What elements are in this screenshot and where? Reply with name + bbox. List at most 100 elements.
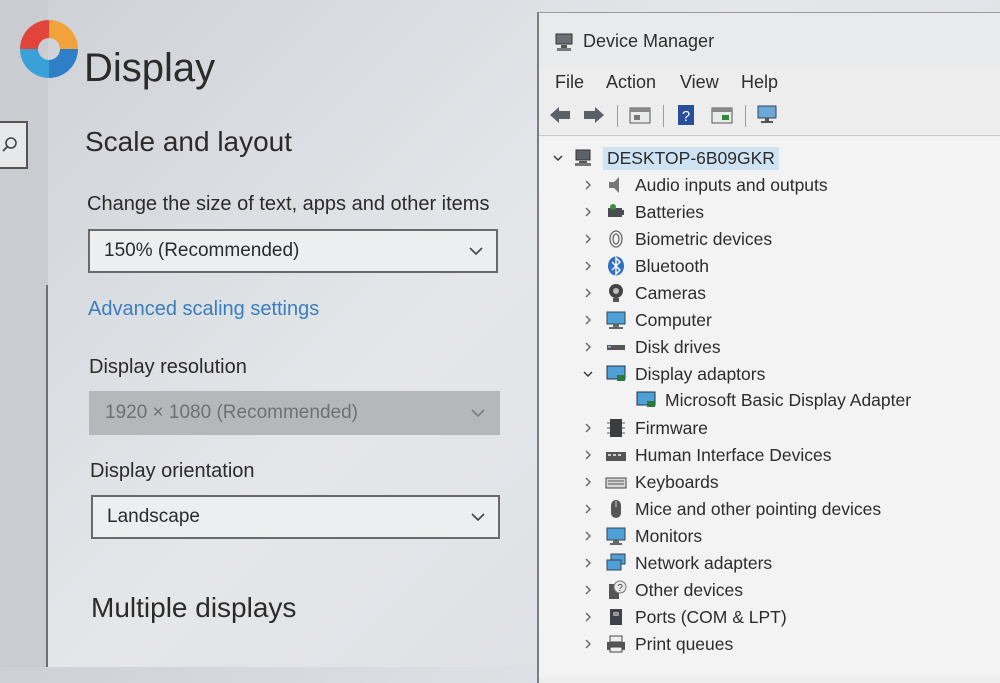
menu-help[interactable]: Help	[741, 72, 778, 93]
tree-item-label: Other devices	[635, 579, 743, 600]
device-manager-window: Device Manager File Action View Help ? D…	[537, 12, 1000, 683]
search-button[interactable]	[0, 121, 28, 169]
scale-dropdown[interactable]: 150% (Recommended)	[88, 229, 498, 273]
chevron-right-icon	[585, 207, 591, 217]
tree-item-biometric[interactable]: Biometric devices	[583, 226, 772, 252]
tree-item-label: Batteries	[635, 201, 705, 222]
help-button[interactable]: ?	[673, 103, 699, 127]
disk-drive-icon	[607, 345, 625, 350]
chevron-down-icon	[553, 155, 563, 161]
chevron-right-icon	[585, 531, 591, 541]
chevron-right-icon	[585, 504, 591, 514]
hid-icon	[606, 452, 626, 461]
chevron-down-icon	[583, 371, 593, 377]
tree-item-label: Microsoft Basic Display Adapter	[665, 389, 912, 410]
tree-item-label: Display adaptors	[635, 363, 766, 384]
section-title-multiple-displays: Multiple displays	[91, 592, 297, 623]
menu-action[interactable]: Action	[606, 72, 656, 93]
tree-item-monitors[interactable]: Monitors	[583, 523, 702, 549]
tree-item-label: Disk drives	[635, 336, 721, 357]
tree-item-bluetooth[interactable]: Bluetooth	[583, 253, 709, 279]
tree-item-firmware[interactable]: Firmware	[583, 415, 708, 441]
firmware-icon	[607, 419, 625, 437]
toolbar-separator	[617, 105, 618, 127]
unknown-device-icon: ?	[609, 580, 627, 599]
chevron-right-icon	[585, 423, 591, 433]
scan-hardware-icon	[757, 105, 777, 123]
chevron-right-icon	[585, 234, 591, 244]
scan-hardware-button[interactable]	[755, 103, 781, 127]
resolution-dropdown-value: 1920 × 1080 (Recommended)	[105, 402, 358, 423]
battery-icon	[608, 204, 624, 217]
tree-item-audio[interactable]: Audio inputs and outputs	[583, 172, 828, 198]
resolution-dropdown[interactable]: 1920 × 1080 (Recommended)	[89, 391, 500, 435]
chevron-right-icon	[585, 558, 591, 568]
tree-item-label: Bluetooth	[635, 255, 709, 276]
speaker-icon	[609, 177, 619, 193]
tree-item-keyboards[interactable]: Keyboards	[583, 469, 719, 495]
menu-bar: File Action View Help	[539, 67, 1000, 97]
printer-icon	[607, 635, 625, 653]
title-bar[interactable]: Device Manager	[539, 13, 1000, 67]
mouse-icon	[611, 500, 621, 518]
display-adapter-icon	[636, 391, 656, 407]
page-title: Display	[84, 46, 216, 90]
fingerprint-icon	[609, 230, 623, 248]
computer-icon	[575, 149, 591, 166]
chevron-right-icon	[585, 639, 591, 649]
update-driver-icon	[711, 107, 733, 124]
tree-item-hid[interactable]: Human Interface Devices	[583, 442, 831, 468]
device-manager-icon	[555, 33, 573, 51]
chevron-right-icon	[585, 342, 591, 352]
tree-item-label: Human Interface Devices	[635, 444, 832, 465]
tree-item-label: Biometric devices	[635, 228, 773, 249]
tree-item-disk-drives[interactable]: Disk drives	[583, 334, 721, 360]
resolution-label: Display resolution	[89, 356, 247, 378]
window-title: Device Manager	[583, 31, 715, 51]
toolbar: ?	[539, 97, 1000, 136]
tree-root[interactable]: DESKTOP-6B09GKR	[553, 145, 779, 171]
advanced-scaling-link[interactable]: Advanced scaling settings	[88, 298, 319, 321]
help-icon: ?	[678, 105, 694, 125]
back-button[interactable]	[547, 103, 573, 127]
tree-item-other-devices[interactable]: ? Other devices	[583, 577, 743, 603]
tree-item-label: Network adapters	[635, 552, 773, 573]
orientation-dropdown[interactable]: Landscape	[91, 495, 500, 539]
camera-icon	[609, 284, 623, 302]
forward-button[interactable]	[581, 103, 607, 127]
chevron-down-icon	[471, 513, 485, 522]
tree-item-label: Firmware	[635, 417, 708, 438]
toolbar-separator	[745, 105, 746, 127]
tree-item-cameras[interactable]: Cameras	[583, 280, 706, 306]
tree-item-print-queues[interactable]: Print queues	[583, 631, 733, 657]
app-logo-icon	[20, 20, 78, 78]
chevron-right-icon	[585, 450, 591, 460]
tree-item-label: Cameras	[635, 282, 706, 303]
tree-item-label: Ports (COM & LPT)	[635, 606, 787, 627]
device-tree: DESKTOP-6B09GKR Audio inputs and outputs…	[539, 137, 1000, 677]
svg-text:?: ?	[682, 108, 690, 125]
tree-item-microsoft-basic-display-adapter[interactable]: Microsoft Basic Display Adapter	[635, 387, 911, 413]
network-adapter-icon	[606, 553, 626, 571]
tree-item-batteries[interactable]: Batteries	[583, 199, 704, 225]
tree-item-computer[interactable]: Computer	[583, 307, 712, 333]
nav-divider	[46, 285, 48, 667]
tree-item-mice[interactable]: Mice and other pointing devices	[583, 496, 881, 522]
tree-item-display-adaptors[interactable]: Display adaptors	[583, 361, 765, 387]
tree-item-ports[interactable]: Ports (COM & LPT)	[583, 604, 787, 630]
tree-item-label: Mice and other pointing devices	[635, 498, 882, 519]
update-driver-button[interactable]	[709, 103, 735, 127]
port-icon	[610, 609, 622, 625]
search-icon	[2, 137, 17, 152]
section-title-scale: Scale and layout	[85, 126, 293, 157]
monitor-icon	[606, 527, 626, 545]
properties-button[interactable]	[627, 103, 653, 127]
toolbar-separator	[663, 105, 664, 127]
menu-view[interactable]: View	[680, 72, 719, 93]
settings-nav-strip	[0, 0, 48, 667]
chevron-down-icon	[469, 247, 483, 256]
keyboard-icon	[605, 477, 627, 489]
menu-file[interactable]: File	[555, 72, 584, 93]
tree-item-network-adapters[interactable]: Network adapters	[583, 550, 772, 576]
chevron-right-icon	[585, 180, 591, 190]
